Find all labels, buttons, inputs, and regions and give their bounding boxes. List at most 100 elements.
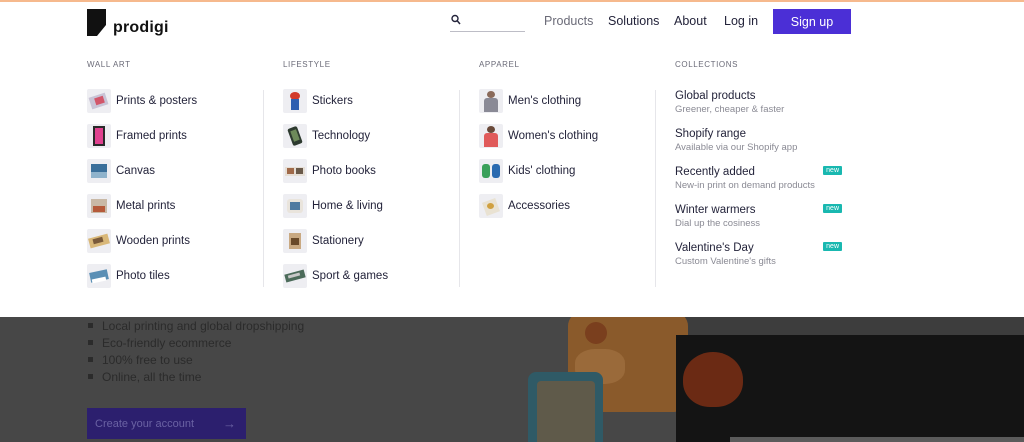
hero-artwork-shape (585, 322, 607, 344)
menu-item-womens-clothing[interactable]: Women's clothing (479, 123, 598, 149)
heading-lifestyle: LIFESTYLE (283, 60, 331, 69)
menu-item-label: Prints & posters (116, 95, 198, 107)
menu-item-wooden-prints[interactable]: Wooden prints (87, 228, 190, 254)
column-divider (655, 90, 656, 287)
menu-item-photo-tiles[interactable]: Photo tiles (87, 263, 170, 289)
menu-item-framed-prints[interactable]: Framed prints (87, 123, 187, 149)
search-icon (451, 14, 461, 25)
framed-prints-icon (87, 124, 111, 148)
menu-item-label: Technology (312, 130, 371, 142)
collection-valentines-day[interactable]: Valentine's Day Custom Valentine's gifts… (675, 242, 845, 267)
nav-solutions[interactable]: Solutions (608, 14, 659, 28)
menu-item-label: Stickers (312, 95, 353, 107)
menu-item-stationery[interactable]: Stationery (283, 228, 364, 254)
menu-item-sport-games[interactable]: Sport & games (283, 263, 388, 289)
collection-title: Global products (675, 90, 756, 102)
arrow-right-icon: → (223, 416, 236, 431)
stickers-icon (283, 89, 307, 113)
womens-clothing-icon (479, 124, 503, 148)
collection-winter-warmers[interactable]: Winter warmers Dial up the cosiness new (675, 204, 845, 229)
menu-item-label: Wooden prints (116, 235, 190, 247)
logo-text: prodigi (113, 19, 169, 36)
nav-about[interactable]: About (674, 14, 707, 28)
menu-item-label: Women's clothing (508, 130, 599, 142)
new-badge: new (823, 204, 842, 213)
prints-posters-icon (87, 89, 111, 113)
metal-prints-icon (87, 194, 111, 218)
collection-recently-added[interactable]: Recently added New-in print on demand pr… (675, 166, 845, 191)
feature-item: Eco-friendly ecommerce (88, 334, 304, 351)
new-badge: new (823, 166, 842, 175)
feature-item: Online, all the time (88, 368, 304, 385)
mens-clothing-icon (479, 89, 503, 113)
collection-shopify-range[interactable]: Shopify range Available via our Shopify … (675, 128, 845, 153)
photo-books-icon (283, 159, 307, 183)
collection-subtitle: Available via our Shopify app (675, 142, 798, 153)
collection-title: Recently added (675, 166, 755, 178)
menu-item-label: Kids' clothing (508, 165, 576, 177)
menu-item-kids-clothing[interactable]: Kids' clothing (479, 158, 575, 184)
column-divider (459, 90, 460, 287)
heading-collections: COLLECTIONS (675, 60, 739, 69)
menu-item-label: Metal prints (116, 200, 176, 212)
search-box[interactable] (450, 12, 525, 32)
photo-tiles-icon (87, 264, 111, 288)
menu-item-canvas[interactable]: Canvas (87, 158, 155, 184)
menu-item-technology[interactable]: Technology (283, 123, 370, 149)
nav-login[interactable]: Log in (724, 14, 758, 28)
feature-item: 100% free to use (88, 351, 304, 368)
hero-artwork-frame-inner (730, 437, 1024, 442)
menu-item-label: Men's clothing (508, 95, 582, 107)
hero-section: Local printing and global dropshipping E… (0, 317, 1024, 442)
nav-products[interactable]: Products (544, 14, 593, 28)
collection-subtitle: Custom Valentine's gifts (675, 256, 776, 267)
logo-mark-icon (87, 8, 106, 36)
create-account-label: Create your account (95, 417, 195, 430)
feature-list: Local printing and global dropshipping E… (88, 317, 304, 385)
sport-games-icon (283, 264, 307, 288)
menu-item-label: Photo tiles (116, 270, 170, 282)
column-divider (263, 90, 264, 287)
site-header: prodigi Products Solutions About Log in … (0, 2, 1024, 42)
collection-title: Shopify range (675, 128, 746, 140)
menu-item-label: Stationery (312, 235, 364, 247)
menu-item-label: Home & living (312, 200, 383, 212)
menu-item-prints-posters[interactable]: Prints & posters (87, 88, 197, 114)
menu-item-photo-books[interactable]: Photo books (283, 158, 376, 184)
collection-subtitle: Greener, cheaper & faster (675, 104, 785, 115)
new-badge: new (823, 242, 842, 251)
signup-button[interactable]: Sign up (773, 9, 851, 34)
accessories-icon (479, 194, 503, 218)
menu-item-label: Framed prints (116, 130, 187, 142)
kids-clothing-icon (479, 159, 503, 183)
menu-item-metal-prints[interactable]: Metal prints (87, 193, 175, 219)
hero-artwork-tablet-screen (537, 381, 595, 442)
wooden-prints-icon (87, 229, 111, 253)
heading-wall-art: WALL ART (87, 60, 131, 69)
menu-item-label: Accessories (508, 200, 570, 212)
home-living-icon (283, 194, 307, 218)
heading-apparel: APPAREL (479, 60, 520, 69)
hero-artwork-bar (676, 317, 1024, 335)
canvas-icon (87, 159, 111, 183)
collection-title: Valentine's Day (675, 242, 754, 254)
collection-title: Winter warmers (675, 204, 756, 216)
menu-item-mens-clothing[interactable]: Men's clothing (479, 88, 581, 114)
technology-icon (283, 124, 307, 148)
feature-item: Local printing and global dropshipping (88, 317, 304, 334)
menu-item-label: Canvas (116, 165, 155, 177)
menu-item-label: Sport & games (312, 270, 389, 282)
menu-item-accessories[interactable]: Accessories (479, 193, 570, 219)
search-input[interactable] (466, 12, 524, 30)
logo[interactable]: prodigi (87, 7, 169, 37)
collection-subtitle: New-in print on demand products (675, 180, 815, 191)
collection-subtitle: Dial up the cosiness (675, 218, 761, 229)
mega-menu-panel: prodigi Products Solutions About Log in … (0, 2, 1024, 317)
menu-item-label: Photo books (312, 165, 376, 177)
hero-artwork-heart (683, 352, 743, 407)
menu-item-stickers[interactable]: Stickers (283, 88, 353, 114)
stationery-icon (283, 229, 307, 253)
create-account-button[interactable]: Create your account → (87, 408, 246, 439)
menu-item-home-living[interactable]: Home & living (283, 193, 383, 219)
collection-global-products[interactable]: Global products Greener, cheaper & faste… (675, 90, 845, 115)
